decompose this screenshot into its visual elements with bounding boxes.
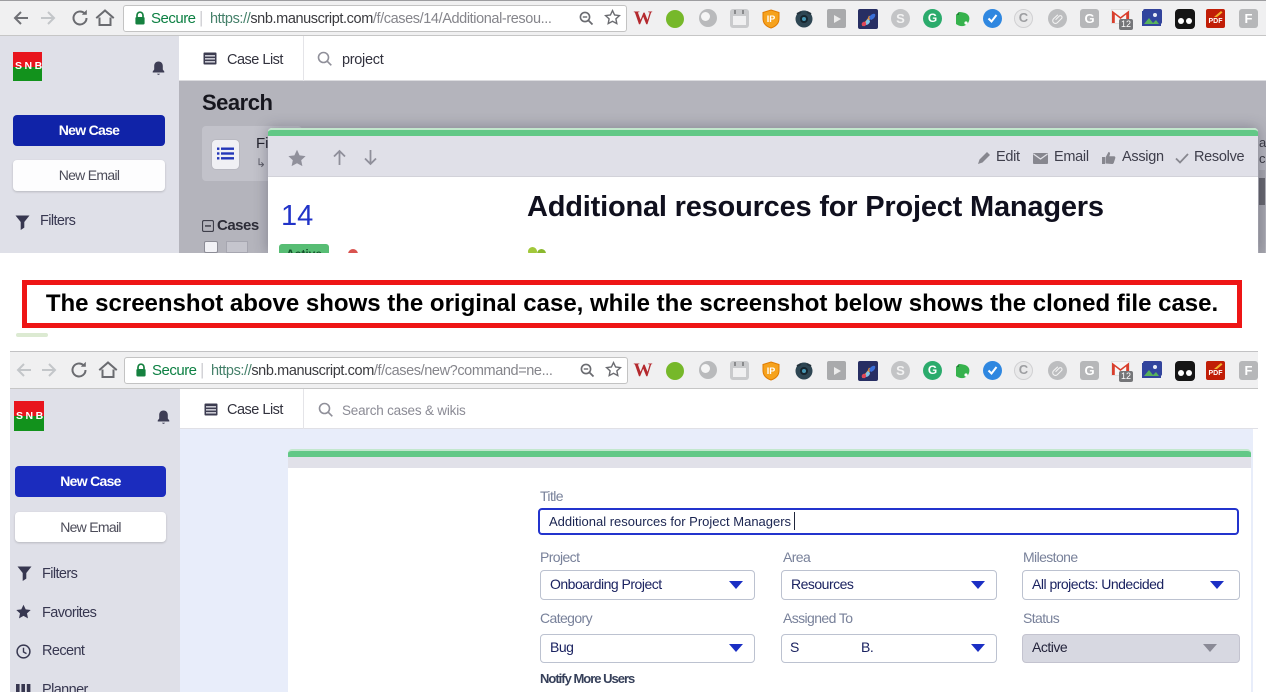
svg-text:IP: IP: [767, 366, 776, 376]
svg-text:IP: IP: [767, 14, 776, 24]
